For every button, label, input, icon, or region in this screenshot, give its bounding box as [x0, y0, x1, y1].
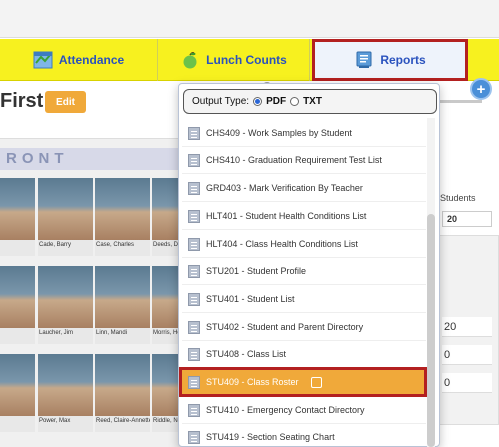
document-icon	[188, 264, 200, 278]
student-name: Reed, Claire-Annette	[96, 418, 150, 424]
report-label: CHS409 - Work Samples by Student	[206, 128, 352, 138]
report-item[interactable]: STU410 - Emergency Contact Directory	[182, 397, 426, 424]
report-item-selected[interactable]: STU409 - Class Roster	[179, 367, 427, 397]
nav-reports[interactable]: Reports	[312, 39, 468, 81]
txt-radio[interactable]	[290, 97, 300, 106]
front-label: RONT	[0, 148, 185, 170]
student-photo[interactable]: Reed, Claire-Annette	[95, 354, 150, 432]
report-label: HLT404 - Class Health Conditions List	[206, 239, 358, 249]
pdf-radio[interactable]	[253, 97, 263, 106]
report-item[interactable]: STU419 - Section Seating Chart	[182, 424, 426, 447]
report-label: HLT401 - Student Health Conditions List	[206, 211, 367, 221]
student-name	[0, 416, 35, 420]
student-photo-image	[0, 266, 35, 328]
txt-label[interactable]: TXT	[303, 96, 322, 107]
report-label: STU410 - Emergency Contact Directory	[206, 405, 365, 415]
report-item[interactable]: GRD403 - Mark Verification By Teacher	[182, 175, 426, 202]
document-icon	[188, 375, 200, 389]
document-icon	[188, 237, 200, 251]
nav-attendance[interactable]: Attendance	[0, 39, 158, 81]
output-type-selector: Output Type: PDF TXT	[183, 89, 437, 114]
document-icon	[188, 153, 200, 167]
report-item[interactable]: HLT401 - Student Health Conditions List	[182, 203, 426, 230]
report-item[interactable]: STU201 - Student Profile	[182, 258, 426, 285]
edit-button[interactable]: Edit	[45, 91, 86, 113]
student-photo[interactable]: Linn, Mandi	[95, 266, 150, 344]
student-name: Laucher, Jim	[39, 330, 74, 336]
student-photo[interactable]: Cade, Barry	[38, 178, 93, 256]
edit-icon[interactable]	[310, 376, 322, 388]
nav-lunch-label: Lunch Counts	[206, 53, 287, 67]
document-icon	[188, 292, 200, 306]
report-label: STU401 - Student List	[206, 294, 295, 304]
report-label: CHS410 - Graduation Requirement Test Lis…	[206, 155, 382, 165]
report-label: STU402 - Student and Parent Directory	[206, 322, 364, 332]
reports-icon	[354, 51, 374, 69]
output-type-label: Output Type:	[192, 96, 250, 107]
document-icon	[188, 209, 200, 223]
student-photo[interactable]	[0, 354, 35, 432]
zoom-in-icon[interactable]: +	[470, 78, 492, 100]
student-name: Linn, Mandi	[96, 330, 128, 336]
student-photo-image	[38, 178, 93, 240]
students-count: 20	[442, 211, 492, 227]
report-label: STU409 - Class Roster	[206, 377, 299, 387]
student-photo-image	[0, 354, 35, 416]
student-photo-image	[95, 178, 150, 240]
student-name: Case, Charles	[96, 242, 135, 248]
document-icon	[188, 126, 200, 140]
student-photo[interactable]: Laucher, Jim	[38, 266, 93, 344]
report-item[interactable]: CHS410 - Graduation Requirement Test Lis…	[182, 147, 426, 174]
student-photo[interactable]: Power, Max	[38, 354, 93, 432]
report-label: STU408 - Class List	[206, 349, 287, 359]
student-photo-image	[0, 178, 35, 240]
pdf-label[interactable]: PDF	[266, 96, 286, 107]
report-item[interactable]: HLT404 - Class Health Conditions List	[182, 231, 426, 258]
attendance-icon	[33, 51, 53, 69]
student-name: Power, Max	[39, 418, 71, 424]
summary-value: 0	[442, 373, 492, 393]
report-label: GRD403 - Mark Verification By Teacher	[206, 183, 363, 193]
report-item[interactable]: STU408 - Class List	[182, 341, 426, 368]
student-name: s	[0, 240, 35, 251]
report-label: STU201 - Student Profile	[206, 266, 307, 276]
nav-lunch-counts[interactable]: Lunch Counts	[158, 39, 310, 81]
student-name: Cade, Barry	[39, 242, 72, 248]
student-name	[0, 328, 35, 332]
student-photo-image	[95, 354, 150, 416]
document-icon	[188, 403, 200, 417]
report-item[interactable]: STU402 - Student and Parent Directory	[182, 314, 426, 341]
student-photo-image	[95, 266, 150, 328]
student-photo[interactable]: Case, Charles	[95, 178, 150, 256]
page-title: First	[0, 90, 44, 112]
student-photo[interactable]: s	[0, 178, 35, 256]
document-icon	[188, 320, 200, 334]
nav-attendance-label: Attendance	[58, 53, 125, 67]
student-photo-image	[38, 266, 93, 328]
students-column-header: Students	[440, 193, 476, 203]
dropdown-scroll-thumb[interactable]	[427, 214, 435, 447]
report-label: STU419 - Section Seating Chart	[206, 432, 335, 442]
document-icon	[188, 181, 200, 195]
nav-reports-label: Reports	[380, 53, 426, 67]
document-icon	[188, 430, 200, 444]
document-icon	[188, 347, 200, 361]
summary-value: 0	[442, 345, 492, 365]
student-photo-image	[38, 354, 93, 416]
top-band	[0, 0, 499, 38]
report-item[interactable]: STU401 - Student List	[182, 286, 426, 313]
main-nav: Attendance Lunch Counts Reports	[0, 39, 499, 81]
summary-value: 20	[442, 317, 492, 337]
student-photo[interactable]	[0, 266, 35, 344]
report-item[interactable]: CHS409 - Work Samples by Student	[182, 120, 426, 147]
apple-icon	[180, 51, 200, 69]
